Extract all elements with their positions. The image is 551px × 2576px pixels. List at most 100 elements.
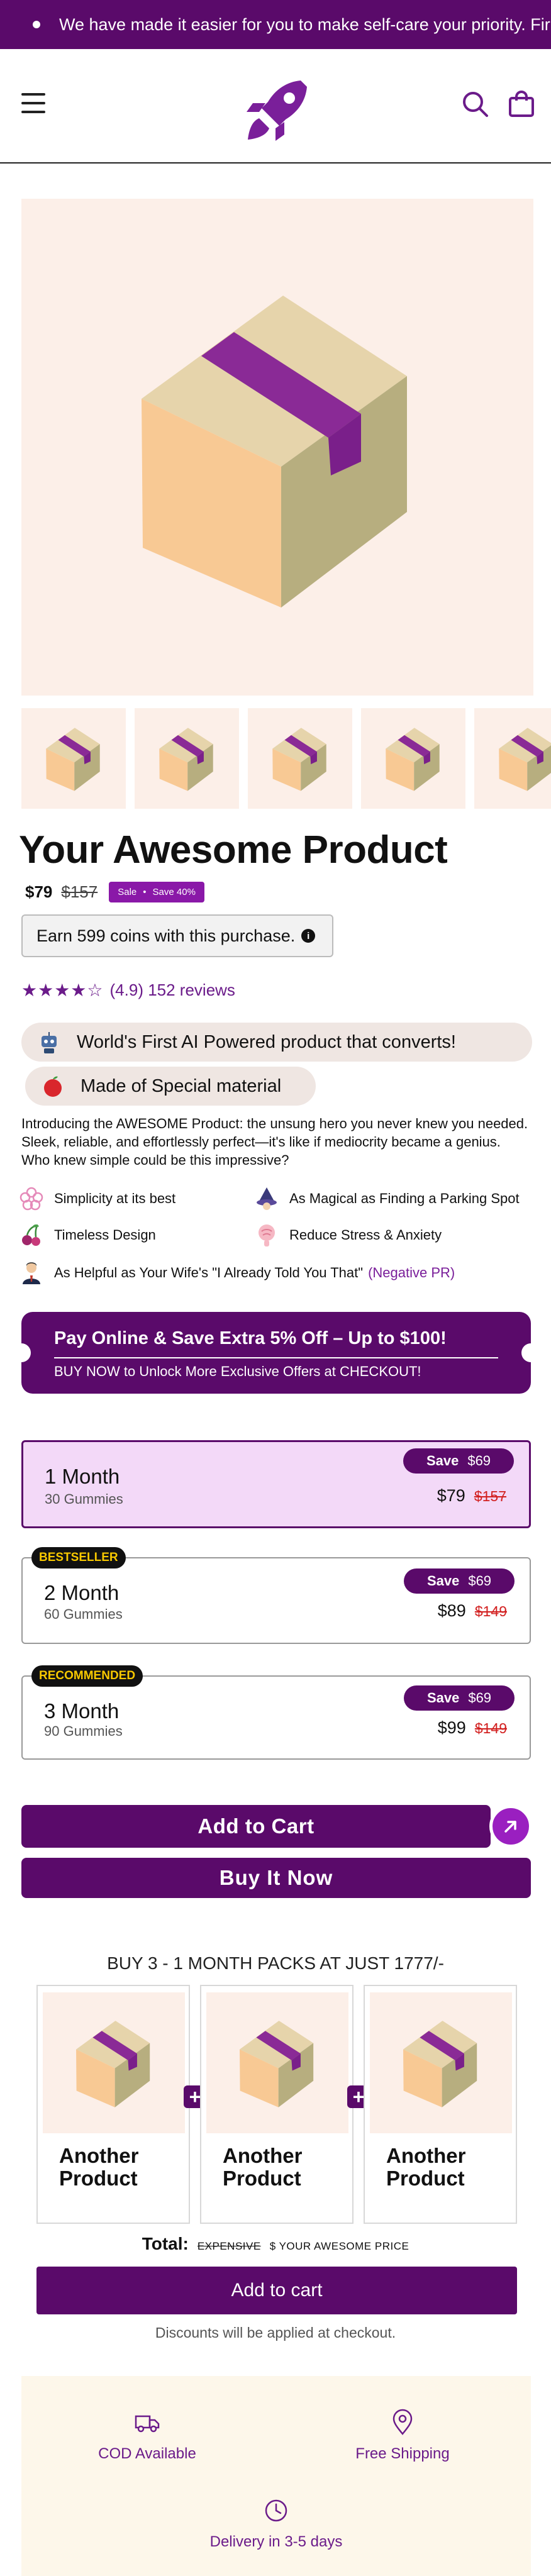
apple-icon [40,1074,65,1099]
pack-price: $89 $149 [438,1601,507,1621]
feature-text: As Magical as Finding a Parking Spot [289,1191,520,1206]
box-illustration [142,296,407,608]
pack-current-price: $79 [437,1486,465,1505]
thumbnail[interactable] [248,708,352,809]
shopping-bag-icon[interactable] [507,89,536,118]
total-price: $ YOUR AWESOME PRICE [269,2240,409,2252]
product-page: We have made it easier for you to make s… [0,0,551,2576]
announcement-bar: We have made it easier for you to make s… [0,0,551,49]
pack-option-3-month[interactable]: RECOMMENDED 3 Month 90 Gummies Save $69 … [21,1665,531,1760]
bundle-product-name: Another Product [223,2144,303,2190]
thumbnail[interactable] [21,708,126,809]
discount-note: Discounts will be applied at checkout. [155,2324,396,2341]
pack-name: 2 Month [44,1581,120,1604]
pack-current-price: $99 [437,1718,466,1737]
highlight-text: World's First AI Powered product that co… [77,1031,456,1052]
add-to-cart-button[interactable]: Add to Cart [21,1805,491,1848]
save-amount: $69 [467,1453,491,1468]
pack-subtitle: 60 Gummies [44,1606,123,1622]
total-label: Total: [142,2234,189,2253]
save-amount: $69 [468,1573,492,1589]
save-pill: Save $69 [404,1685,515,1711]
perk-text: Free Shipping [355,2445,450,2462]
promo-subtitle: BUY NOW to Unlock More Exclusive Offers … [54,1363,421,1379]
bundle-heading: BUY 3 - 1 MONTH PACKS AT JUST 1777/- [107,1953,444,1973]
bundle-product-name: Another Product [59,2144,139,2190]
thumbnail[interactable] [361,708,465,809]
pack-current-price: $89 [437,1601,466,1620]
flower-icon [19,1186,44,1211]
buy-now-button[interactable]: Buy It Now [21,1858,531,1898]
thumbnail[interactable] [135,708,239,809]
bullet-icon [33,21,40,28]
product-main-image[interactable] [21,199,533,696]
feature-item: Timeless Design [19,1223,156,1248]
save-label: Save [426,1690,460,1706]
pack-subtitle: 30 Gummies [45,1491,123,1507]
coins-text: Earn 599 coins with this purchase. [36,926,296,945]
pack-option-2-month[interactable]: BESTSELLER 2 Month 60 Gummies Save $69 $… [21,1547,531,1644]
total-strike-price: EXPENSIVE [197,2240,261,2252]
search-icon[interactable] [460,89,489,118]
person-icon [19,1260,44,1285]
bundle-product-card[interactable]: Another Product [200,1985,353,2224]
bundle-product-card[interactable]: Another Product [36,1985,190,2224]
product-description: Introducing the AWESOME Product: the uns… [21,1116,528,1168]
bundle-product-image [206,1992,348,2133]
announcement-text: We have made it easier for you to make s… [59,14,550,34]
product-title: Your Awesome Product [19,828,448,872]
bundle-product-image [43,1992,185,2133]
bundle-add-to-cart-button[interactable]: Add to cart [36,2267,517,2314]
price-row: $79 $157 Sale • Save 40% [25,882,204,902]
bestseller-tag: BESTSELLER [31,1547,126,1568]
ticket-notch [521,1343,540,1362]
perk-item: Delivery in 3-5 days [182,2497,370,2551]
rating-text[interactable]: (4.9) 152 reviews [110,980,235,1000]
promo-banner: Pay Online & Save Extra 5% Off – Up to $… [12,1312,540,1394]
highlight-text: Made of Special material [81,1075,282,1096]
bundle-total: Total: EXPENSIVE $ YOUR AWESOME PRICE [0,2234,551,2254]
ticket-notch [12,1343,31,1362]
feature-item: As Helpful as Your Wife's "I Already Tol… [19,1260,455,1285]
save-pill: Save $69 [403,1448,514,1474]
robot-icon [36,1030,62,1055]
pack-old-price: $149 [474,1720,507,1736]
perk-item: COD Available [53,2409,242,2463]
coins-notice: Earn 599 coins with this purchase. i [21,914,333,957]
sale-badge: Sale • Save 40% [109,882,204,902]
pack-subtitle: 90 Gummies [44,1723,123,1739]
highlight-pill: World's First AI Powered product that co… [21,1023,532,1062]
compare-price: $157 [61,882,98,901]
negative-pr-note: (Negative PR) [368,1265,455,1280]
brain-icon [254,1223,279,1248]
truck-icon [135,2415,160,2433]
hamburger-icon[interactable] [21,93,45,113]
feature-text: Simplicity at its best [54,1191,176,1206]
perk-text: Delivery in 3-5 days [209,2533,343,2550]
info-icon[interactable]: i [301,929,316,943]
perk-text: COD Available [98,2445,196,2462]
rating-summary[interactable]: ★★★★☆ (4.9) 152 reviews [21,980,235,1001]
location-pin-icon [392,2409,413,2435]
perk-item: Free Shipping [308,2409,497,2463]
bundle-product-image [370,1992,512,2133]
sale-label: Sale [118,887,137,897]
save-pill: Save $69 [404,1568,515,1594]
bundle-product-card[interactable]: Another Product [364,1985,517,2224]
recommended-tag: RECOMMENDED [31,1665,143,1687]
bundle-product-name: Another Product [386,2144,466,2190]
feature-text: Timeless Design [54,1227,156,1243]
rocket-logo-icon[interactable] [243,74,313,145]
pack-name: 3 Month [44,1699,120,1723]
feature-item: Reduce Stress & Anxiety [254,1223,442,1248]
arrow-up-right-icon[interactable] [489,1805,532,1848]
site-header [0,49,551,164]
pack-option-1-month[interactable]: 1 Month 30 Gummies Save $69 $79 $157 [21,1440,531,1528]
feature-text: As Helpful as Your Wife's "I Already Tol… [54,1265,364,1280]
current-price: $79 [25,882,53,901]
pack-price: $79 $157 [437,1486,506,1506]
star-rating-icon: ★★★★☆ [21,980,104,1000]
thumbnail-strip [21,708,551,809]
feature-item: Simplicity at its best [19,1186,175,1211]
thumbnail[interactable] [474,708,551,809]
